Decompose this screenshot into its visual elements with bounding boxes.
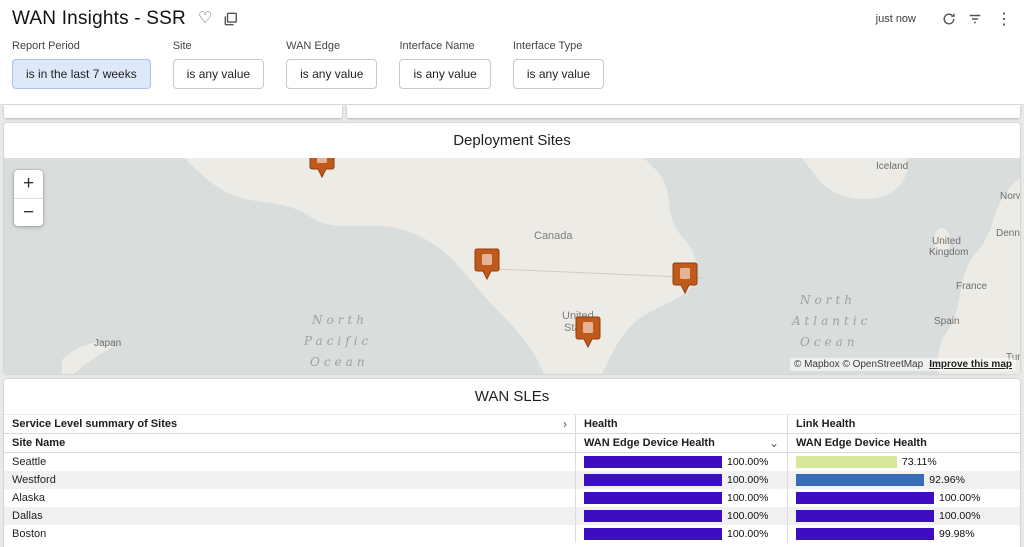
filter-interface-type: Interface Type is any value (513, 40, 604, 89)
link-health-cell: 73.11% (787, 453, 1020, 471)
health-bar (584, 492, 722, 504)
health-cell: 100.00% (575, 525, 787, 543)
link-health-bar (796, 474, 924, 486)
link-health-col-header: WAN Edge Device Health (787, 434, 1020, 452)
page-title: WAN Insights - SSR (12, 8, 186, 30)
health-value: 100.00% (727, 456, 768, 468)
table-row: Boston 100.00% 99.98% (4, 525, 1020, 543)
favorite-icon[interactable]: ♡ (198, 11, 212, 27)
site-name-cell: Dallas (4, 507, 575, 525)
health-cell: 100.00% (575, 489, 787, 507)
link-health-value: 92.96% (929, 474, 965, 486)
zoom-out-button[interactable]: − (14, 198, 43, 226)
summary-header-label: Service Level summary of Sites (12, 418, 177, 431)
site-name-cell: Seattle (4, 453, 575, 471)
health-value: 100.00% (727, 528, 768, 540)
table-row: Alaska 100.00% 100.00% (4, 489, 1020, 507)
health-value: 100.00% (727, 474, 768, 486)
map-pin-northeast[interactable] (672, 262, 698, 294)
chevron-right-icon[interactable]: › (563, 418, 567, 431)
improve-map-link[interactable]: Improve this map (929, 359, 1012, 370)
health-bar (584, 456, 722, 468)
link-health-bar (796, 456, 897, 468)
table-row: Westford 100.00% 92.96% (4, 471, 1020, 489)
map-zoom-control: + − (14, 170, 43, 226)
health-col-header: WAN Edge Device Health ⌄ (575, 434, 787, 452)
health-value: 100.00% (727, 510, 768, 522)
attribution-text: © Mapbox © OpenStreetMap (794, 359, 923, 370)
filter-label: Interface Name (399, 40, 490, 52)
sles-column-header: Site Name WAN Edge Device Health ⌄ WAN E… (4, 434, 1020, 453)
last-refreshed-label: just now (876, 13, 916, 25)
link-health-value: 100.00% (939, 492, 980, 504)
copy-dashboard-icon[interactable] (224, 12, 238, 26)
link-health-bar (796, 510, 934, 522)
map-pin-alaska[interactable] (309, 158, 335, 178)
health-value: 100.00% (727, 492, 768, 504)
deployment-sites-card: Deployment Sites Iceland Norw Canada Den… (4, 123, 1020, 374)
health-bar (584, 510, 722, 522)
link-health-cell: 92.96% (787, 471, 1020, 489)
filter-report-period: Report Period is in the last 7 weeks (12, 40, 151, 89)
filter-value-interface-type[interactable]: is any value (513, 59, 604, 89)
health-header-cell: Health (575, 415, 787, 433)
filter-label: Interface Type (513, 40, 604, 52)
top-bar: WAN Insights - SSR ♡ just now ⋮ (0, 0, 1024, 30)
filters-icon[interactable] (968, 12, 982, 26)
sles-card-title: WAN SLEs (4, 379, 1020, 415)
site-name-cell: Boston (4, 525, 575, 543)
link-health-value: 99.98% (939, 528, 975, 540)
filter-value-report-period[interactable]: is in the last 7 weeks (12, 59, 151, 89)
filter-value-site[interactable]: is any value (173, 59, 264, 89)
table-row: Dallas 100.00% 100.00% (4, 507, 1020, 525)
map-pin-central-us[interactable] (575, 316, 601, 348)
site-name-col-header: Site Name (4, 434, 575, 452)
scrolled-tiles-edge (0, 105, 1024, 118)
health-bar (584, 474, 722, 486)
filter-bar: Report Period is in the last 7 weeks Sit… (0, 30, 1024, 105)
filter-label: WAN Edge (286, 40, 377, 52)
site-name-cell: Alaska (4, 489, 575, 507)
link-health-cell: 100.00% (787, 489, 1020, 507)
map-attribution: © Mapbox © OpenStreetMap Improve this map (790, 358, 1016, 371)
link-health-cell: 100.00% (787, 507, 1020, 525)
refresh-icon[interactable] (942, 12, 956, 26)
link-health-bar (796, 492, 934, 504)
filter-value-interface-name[interactable]: is any value (399, 59, 490, 89)
kebab-menu-icon[interactable]: ⋮ (996, 9, 1012, 29)
map-canvas[interactable]: Iceland Norw Canada Denn United Kingdom … (4, 158, 1020, 374)
table-row: Seattle 100.00% 73.11% (4, 453, 1020, 471)
health-cell: 100.00% (575, 507, 787, 525)
zoom-in-button[interactable]: + (14, 170, 43, 198)
link-health-bar (796, 528, 934, 540)
filter-interface-name: Interface Name is any value (399, 40, 490, 89)
wan-sles-card: WAN SLEs Service Level summary of Sites … (4, 379, 1020, 547)
link-health-value: 73.11% (902, 456, 937, 468)
health-col-label: WAN Edge Device Health (584, 437, 715, 450)
link-health-value: 100.00% (939, 510, 980, 522)
site-name-cell: Westford (4, 471, 575, 489)
health-cell: 100.00% (575, 453, 787, 471)
link-health-cell: 99.98% (787, 525, 1020, 543)
map-card-title: Deployment Sites (4, 123, 1020, 158)
link-health-header-cell: Link Health (787, 415, 1020, 433)
health-cell: 100.00% (575, 471, 787, 489)
filter-wan-edge: WAN Edge is any value (286, 40, 377, 89)
summary-header-cell: Service Level summary of Sites › (4, 415, 575, 433)
filter-value-wan-edge[interactable]: is any value (286, 59, 377, 89)
sles-group-header: Service Level summary of Sites › Health … (4, 415, 1020, 434)
map-basemap (4, 158, 1020, 374)
filter-site: Site is any value (173, 40, 264, 89)
sles-table-body: Seattle 100.00% 73.11% Westford 100.00% 92.96… (4, 453, 1020, 543)
chevron-down-icon[interactable]: ⌄ (769, 437, 779, 450)
filter-label: Site (173, 40, 264, 52)
filter-label: Report Period (12, 40, 151, 52)
health-bar (584, 528, 722, 540)
map-pin-seattle[interactable] (474, 248, 500, 280)
